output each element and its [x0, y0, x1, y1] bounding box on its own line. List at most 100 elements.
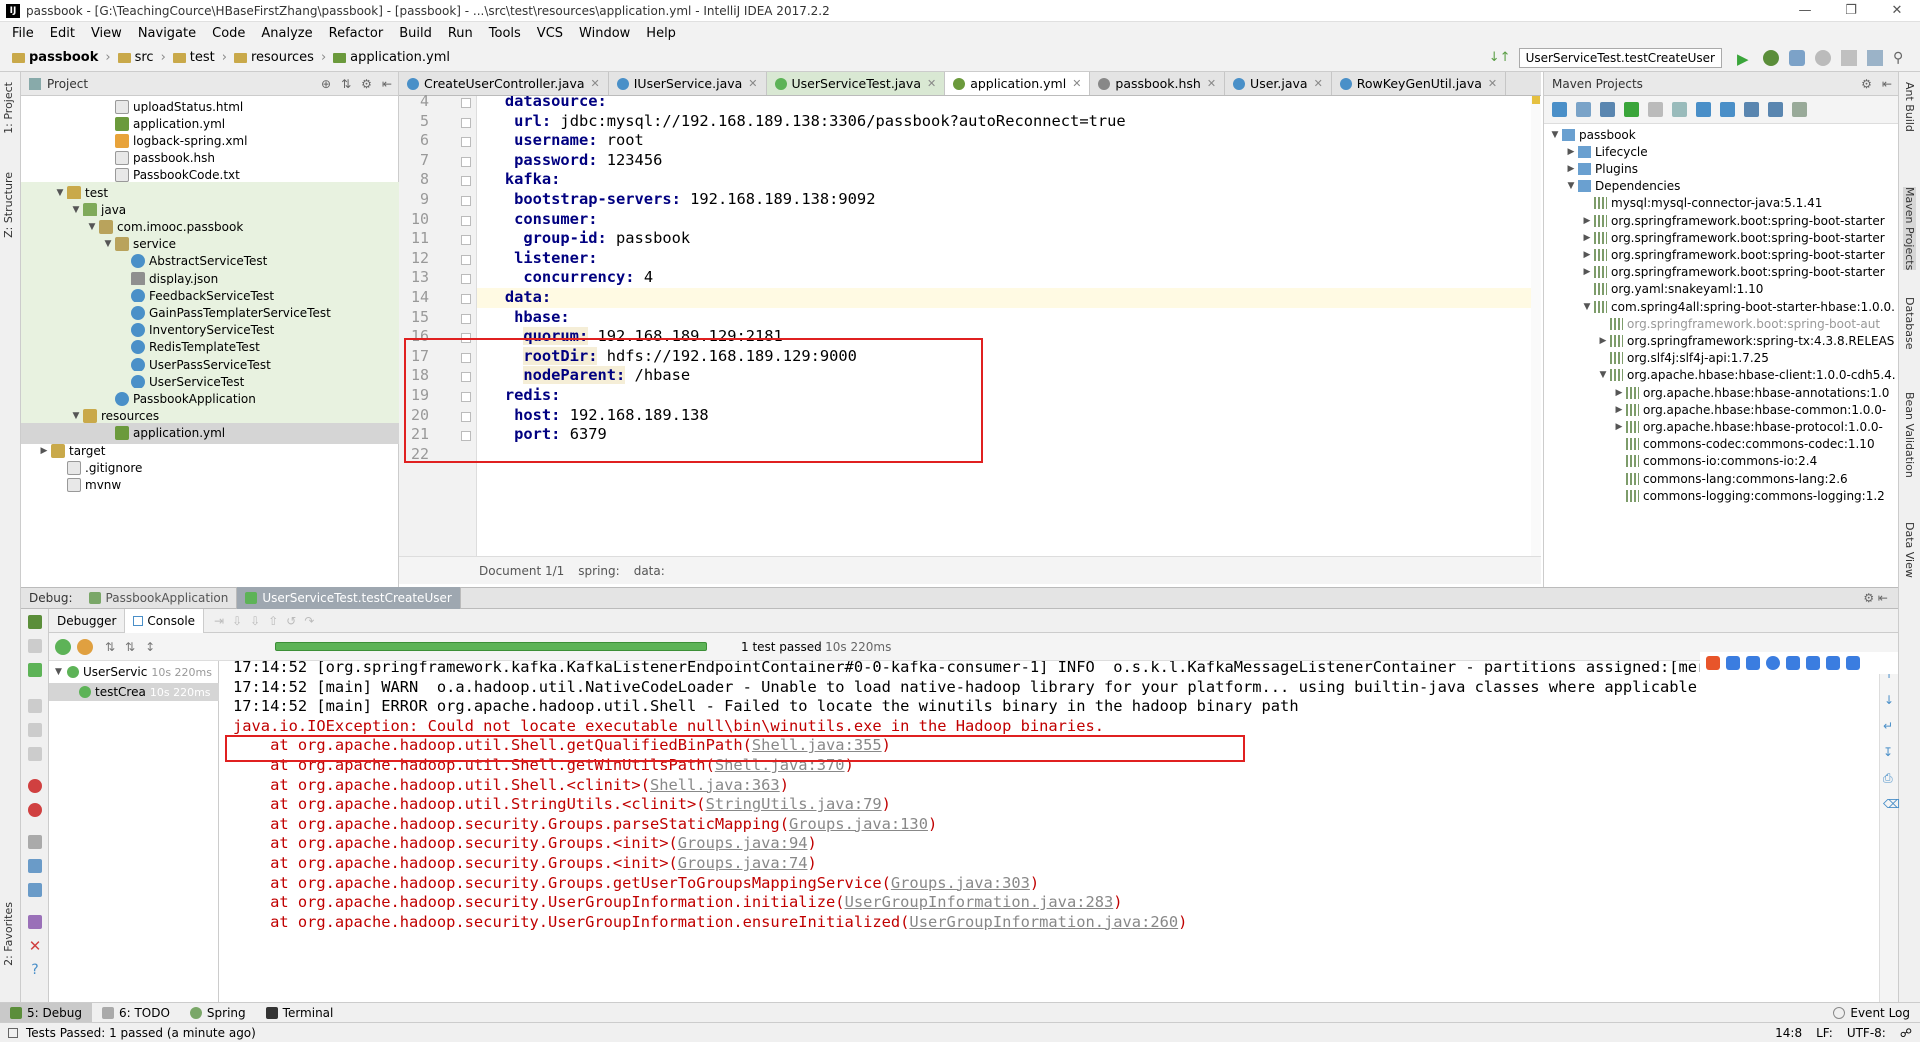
bottom-tab-spring[interactable]: Spring [180, 1003, 256, 1023]
project-structure-icon[interactable] [1867, 49, 1883, 66]
close-icon[interactable]: ✕ [28, 939, 42, 954]
tool-tab-maven-projects[interactable]: Maven Projects [1903, 187, 1916, 271]
source-link[interactable]: UserGroupInformation.java:283 [845, 893, 1114, 911]
ime-punct-icon[interactable] [1746, 656, 1760, 670]
maven-item[interactable]: commons-logging:commons-logging:1.2 [1544, 485, 1885, 506]
camera-icon[interactable] [28, 835, 42, 849]
chevron-right-icon[interactable]: ▶ [37, 446, 51, 456]
menu-file[interactable]: File [4, 26, 42, 41]
source-link[interactable]: Groups.java:74 [678, 854, 808, 872]
event-log-button[interactable]: Event Log [1823, 1003, 1920, 1023]
breadcrumb-item[interactable]: test [169, 50, 219, 65]
show-ignored-icon[interactable] [77, 638, 93, 655]
fold-marker-icon[interactable] [461, 117, 471, 128]
tool-tab-database[interactable]: Database [1903, 297, 1916, 350]
menu-refactor[interactable]: Refactor [321, 26, 392, 41]
source-link[interactable]: Shell.java:363 [650, 776, 780, 794]
reimport-icon[interactable] [1552, 102, 1567, 117]
down-arrow-icon[interactable]: ↓ [1884, 693, 1894, 707]
close-icon[interactable]: ✕ [591, 77, 600, 90]
menu-code[interactable]: Code [204, 26, 253, 41]
fold-marker-icon[interactable] [461, 215, 471, 226]
update-icon[interactable]: ↓↑ [1489, 50, 1511, 65]
bottom-tab-debug[interactable]: 5: Debug [0, 1002, 92, 1023]
show-passed-icon[interactable] [55, 638, 71, 655]
chevron-down-icon[interactable]: ▼ [101, 239, 115, 249]
ime-voice-icon[interactable] [1786, 656, 1800, 670]
maximize-button[interactable]: ❐ [1828, 3, 1874, 18]
test-row[interactable]: ▼ UserServic 10s 220ms [55, 665, 212, 679]
chevron-down-icon[interactable]: ▼ [53, 188, 67, 198]
gear-icon[interactable] [28, 883, 42, 897]
stop-icon[interactable] [1841, 49, 1857, 66]
menu-analyze[interactable]: Analyze [253, 26, 320, 41]
chevron-right-icon[interactable]: ▶ [1596, 336, 1610, 346]
print-icon[interactable]: ⎙ [1883, 771, 1893, 786]
chevron-down-icon[interactable]: ▼ [69, 205, 83, 215]
debug-tab-passbook-application[interactable]: PassbookApplication [81, 587, 238, 609]
console-output[interactable]: 17:14:52 [org.springframework.kafka.Kafk… [219, 661, 1879, 1002]
chevron-down-icon[interactable]: ▼ [1548, 130, 1562, 140]
sync-icon[interactable]: ⊕ [321, 77, 331, 91]
source-link[interactable]: UserGroupInformation.java:260 [909, 913, 1178, 931]
run-configuration-select[interactable]: UserServiceTest.testCreateUser [1518, 47, 1722, 68]
download-icon[interactable] [1600, 102, 1615, 117]
close-button[interactable]: ✕ [1874, 3, 1920, 18]
offline-icon[interactable] [1696, 102, 1711, 117]
menu-help[interactable]: Help [638, 26, 684, 41]
debug-icon[interactable] [1763, 49, 1779, 66]
menu-vcs[interactable]: VCS [529, 26, 571, 41]
rerun-failed-icon[interactable] [28, 663, 42, 677]
caret-position[interactable]: 14:8 [1775, 1026, 1802, 1040]
show-deps-icon[interactable] [1744, 102, 1759, 117]
chevron-right-icon[interactable]: ▶ [1580, 233, 1594, 243]
gear-icon[interactable]: ⚙ [361, 77, 372, 91]
menu-run[interactable]: Run [440, 26, 481, 41]
line-separator[interactable]: LF: [1816, 1026, 1833, 1040]
collapse-icon[interactable]: ⇅ [341, 77, 351, 91]
fold-marker-icon[interactable] [461, 176, 471, 187]
tool-tab-project[interactable]: 1: Project [2, 82, 15, 134]
editor-tab[interactable]: CreateUserController.java ✕ [399, 72, 609, 95]
close-icon[interactable]: ✕ [927, 77, 936, 90]
ime-tools-icon[interactable] [1846, 656, 1860, 670]
source-link[interactable]: Groups.java:130 [789, 815, 928, 833]
file-encoding[interactable]: UTF-8: [1847, 1026, 1886, 1040]
stop-icon[interactable] [28, 747, 42, 761]
breadcrumb-item[interactable]: application.yml [329, 50, 454, 65]
editor-tab[interactable]: UserServiceTest.java ✕ [766, 72, 946, 95]
chevron-right-icon[interactable]: ▶ [1612, 405, 1626, 415]
chevron-right-icon[interactable]: ▶ [1580, 250, 1594, 260]
fold-marker-icon[interactable] [461, 235, 471, 246]
chevron-right-icon[interactable]: ▶ [1580, 216, 1594, 226]
chevron-down-icon[interactable]: ▼ [85, 222, 99, 232]
tab-debugger[interactable]: Debugger [49, 608, 126, 633]
editor-tab[interactable]: passbook.hsh ✕ [1090, 72, 1226, 95]
chevron-down-icon[interactable]: ▼ [1564, 181, 1578, 191]
breadcrumb-data[interactable]: data: [634, 564, 665, 578]
fold-marker-icon[interactable] [461, 313, 471, 324]
close-icon[interactable]: ✕ [1488, 77, 1497, 90]
play-icon[interactable] [28, 699, 42, 713]
breakpoints-icon[interactable] [28, 779, 42, 793]
tool-tab-ant-build[interactable]: Ant Build [1903, 82, 1916, 132]
chevron-right-icon[interactable]: ▶ [1564, 164, 1578, 174]
tool-tab-structure[interactable]: Z: Structure [2, 172, 15, 238]
help-icon[interactable]: ? [28, 963, 42, 977]
ime-keyboard-icon[interactable] [1806, 656, 1820, 670]
resume-icon[interactable] [28, 639, 42, 653]
gear-icon[interactable]: ⚙ [1861, 77, 1872, 91]
soft-wrap-icon[interactable]: ↵ [1883, 719, 1893, 733]
menu-navigate[interactable]: Navigate [130, 26, 204, 41]
code-editor[interactable]: datasource: url: jdbc:mysql://192.168.18… [477, 96, 1537, 556]
close-icon[interactable]: ✕ [1072, 77, 1081, 90]
step-icons[interactable]: ⇥⇩⇩⇧↺↷ [204, 614, 332, 628]
rerun-icon[interactable] [28, 615, 42, 629]
bottom-tab-terminal[interactable]: Terminal [256, 1003, 344, 1023]
close-icon[interactable]: ✕ [1314, 77, 1323, 90]
chevron-down-icon[interactable]: ▼ [69, 411, 83, 421]
lifecycle-icon[interactable] [1672, 102, 1687, 117]
tool-tab-favorites[interactable]: 2: Favorites [2, 902, 15, 966]
clear-icon[interactable]: ⌫ [1883, 797, 1900, 811]
breadcrumb-item[interactable]: resources [230, 50, 318, 65]
